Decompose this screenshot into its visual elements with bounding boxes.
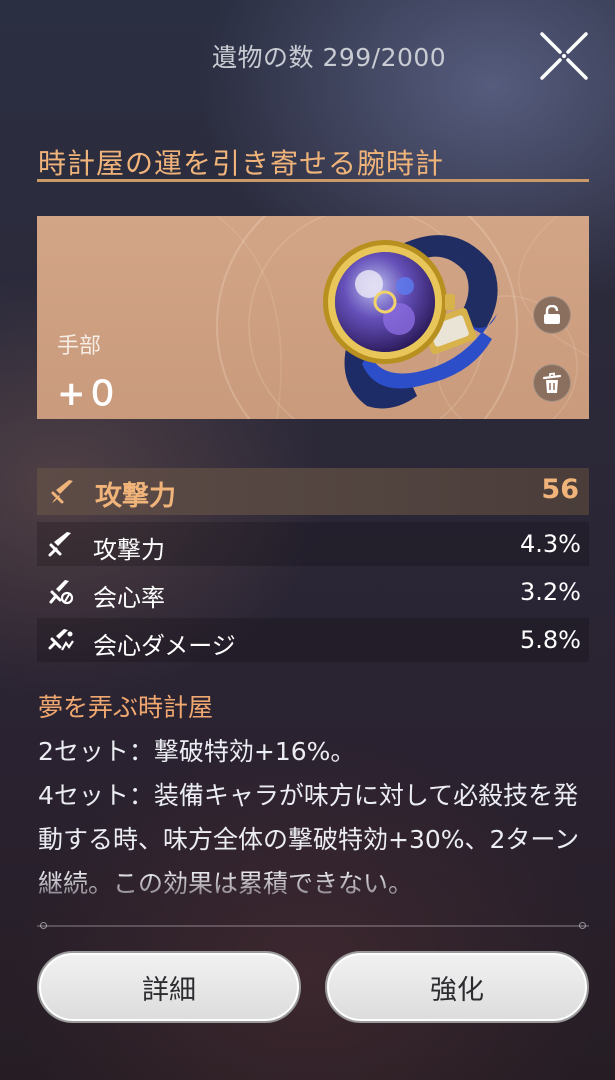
detail-button[interactable]: 詳細: [37, 951, 301, 1023]
sub-stat-value: 5.8%: [520, 626, 581, 654]
sub-stat-name: 会心率: [93, 584, 165, 612]
sword-icon: [48, 532, 71, 557]
relic-card: 手部 +０: [37, 216, 589, 419]
scrollbar[interactable]: [37, 922, 589, 929]
close-x-icon: [540, 32, 588, 80]
sub-stat-value: 3.2%: [520, 578, 581, 606]
trash-icon: [542, 372, 562, 393]
main-stat-row: 攻撃力 56: [37, 468, 589, 515]
lock-button[interactable]: [533, 296, 571, 334]
relic-level: +０: [57, 374, 120, 414]
close-button[interactable]: [538, 30, 590, 82]
relic-title: 時計屋の運を引き寄せる腕時計: [38, 147, 445, 180]
sub-stat-name: 攻撃力: [93, 536, 165, 564]
crit-damage-icon: [48, 629, 74, 651]
wristwatch-icon: [323, 235, 498, 409]
title-divider: [37, 179, 589, 182]
sub-stat-row: 会心率 3.2%: [37, 570, 589, 614]
slot-label: 手部: [57, 334, 102, 359]
discard-button[interactable]: [533, 364, 571, 402]
set-four-piece-effect: 4セット：装備キャラが味方に対して必殺技を発動する時、味方全体の撃破特効+30%…: [38, 781, 580, 898]
main-stat-name: 攻撃力: [95, 481, 176, 512]
set-two-piece-effect: 2セット：撃破特効+16%。: [38, 737, 356, 766]
set-name: 夢を弄ぶ時計屋: [38, 693, 214, 722]
crit-rate-icon: [49, 580, 74, 605]
lock-icon: [544, 305, 560, 324]
enhance-button[interactable]: 強化: [325, 951, 589, 1023]
sub-stat-value: 4.3%: [520, 530, 581, 558]
sub-stat-row: 攻撃力 4.3%: [37, 522, 589, 566]
set-description: 2セット：撃破特効+16%。 4セット：装備キャラが味方に対して必殺技を発動する…: [38, 730, 583, 916]
main-stat-value: 56: [541, 474, 579, 505]
sub-stat-name: 会心ダメージ: [93, 632, 236, 660]
sword-icon: [51, 480, 73, 504]
sub-stat-row: 会心ダメージ 5.8%: [37, 618, 589, 662]
relic-count: 遺物の数 299/2000: [212, 43, 447, 72]
scroll-end-marker: [579, 922, 586, 929]
scroll-start-marker: [40, 922, 47, 929]
